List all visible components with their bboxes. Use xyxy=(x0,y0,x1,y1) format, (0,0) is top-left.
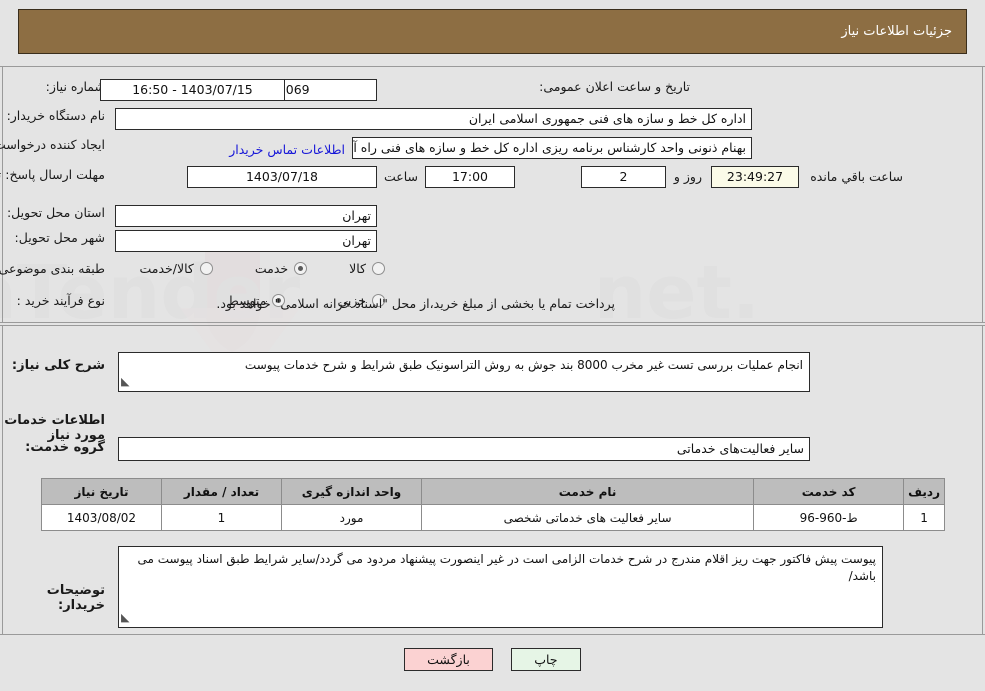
buyer-notes-label: توضیحات خریدار: xyxy=(46,583,105,613)
page-title: جزئیات اطلاعات نیاز xyxy=(841,24,952,39)
category-label: طبقه بندی موضوعی: xyxy=(0,261,105,276)
radio-icon[interactable] xyxy=(372,262,385,275)
requester-field: بهنام ذنونی واحد کارشناس برنامه ریزی ادا… xyxy=(352,137,752,159)
back-button[interactable]: بازگشت xyxy=(404,648,493,671)
buyer-notes-text: پیوست پیش فاکتور جهت ریز اقلام مندرج در … xyxy=(137,552,876,583)
city-field: تهران xyxy=(115,230,377,252)
services-table: ردیف کد خدمت نام خدمت واحد اندازه گیری ت… xyxy=(41,478,945,531)
city-label: شهر محل تحویل: xyxy=(14,230,105,245)
deadline-date-field: 1403/07/18 xyxy=(187,166,377,188)
category-option-label: کالا xyxy=(349,261,366,276)
buyer-org-field: اداره کل خط و سازه های فنی جمهوری اسلامی… xyxy=(115,108,752,130)
purchase-process-label: نوع فرآیند خرید : xyxy=(16,293,105,308)
resize-grip-icon[interactable]: ◢ xyxy=(121,609,129,626)
cell-row: 1 xyxy=(903,504,945,531)
cell-date: 1403/08/02 xyxy=(41,504,162,531)
buyer-contact-link[interactable]: اطلاعات تماس خریدار xyxy=(190,139,345,158)
days-and-label: روز و xyxy=(673,169,702,184)
need-info-panel xyxy=(0,66,985,323)
page-header: جزئیات اطلاعات نیاز xyxy=(18,9,967,54)
payment-note: پرداخت تمام یا بخشی از مبلغ خرید،از محل … xyxy=(216,296,615,311)
services-table-wrap: ردیف کد خدمت نام خدمت واحد اندازه گیری ت… xyxy=(41,478,945,531)
service-group-label: گروه خدمت: xyxy=(25,440,105,455)
buyer-notes-textarea[interactable]: پیوست پیش فاکتور جهت ریز اقلام مندرج در … xyxy=(118,546,883,628)
category-option-label: خدمت xyxy=(254,261,289,276)
announce-datetime-field: 1403/07/15 - 16:50 xyxy=(100,79,285,101)
buyer-contact-link-text[interactable]: اطلاعات تماس خریدار xyxy=(229,142,345,157)
th-qty: تعداد / مقدار xyxy=(161,478,282,505)
province-field: تهران xyxy=(115,205,377,227)
deadline-hour-label: ساعت xyxy=(383,169,418,184)
city-label-row: شهر محل تحویل: xyxy=(15,230,105,245)
remaining-hours-label: ساعت باقي مانده xyxy=(810,169,903,184)
deadline-hour-field: 17:00 xyxy=(425,166,515,188)
category-radio-group: کالا خدمت کالا/خدمت xyxy=(139,261,385,276)
th-date: تاریخ نیاز xyxy=(41,478,162,505)
requester-label: ایجاد کننده درخواست: xyxy=(0,137,105,152)
requester-label-row: ایجاد کننده درخواست: xyxy=(0,137,105,152)
announce-label-row: تاریخ و ساعت اعلان عمومی: xyxy=(539,79,690,94)
service-group-field: سایر فعالیت‌های خدماتی xyxy=(118,437,810,461)
province-label: استان محل تحویل: xyxy=(6,205,105,220)
table-header-row: ردیف کد خدمت نام خدمت واحد اندازه گیری ت… xyxy=(41,478,945,505)
radio-icon[interactable] xyxy=(199,262,213,275)
th-code: کد خدمت xyxy=(753,478,905,505)
services-section-heading: اطلاعات خدمات مورد نیاز xyxy=(4,413,105,443)
th-row: ردیف xyxy=(903,478,945,505)
th-unit: واحد اندازه گیری xyxy=(281,478,422,505)
bottom-button-bar: چاپ بازگشت xyxy=(0,648,985,671)
need-number-label: شماره نیاز: xyxy=(45,79,105,94)
need-summary-text: انجام عملیات بررسی تست غیر مخرب 8000 بند… xyxy=(244,358,803,372)
deadline-label: مهلت ارسال پاسخ: تا تاریخ: xyxy=(0,167,105,182)
resize-grip-icon[interactable]: ◢ xyxy=(121,373,129,390)
need-number-label-row: شماره نیاز: xyxy=(46,79,105,94)
countdown-timer-field: 23:49:27 xyxy=(711,166,799,188)
radio-icon[interactable] xyxy=(294,262,308,275)
print-button[interactable]: چاپ xyxy=(510,648,581,671)
category-option-label: کالا/خدمت xyxy=(139,261,194,276)
need-summary-label: شرح کلی نیاز: xyxy=(11,358,105,373)
cell-qty: 1 xyxy=(161,504,282,531)
province-label-row: استان محل تحویل: xyxy=(7,205,105,220)
page-root: AniaTender .net جزئیات اطلاعات نیاز شمار… xyxy=(0,0,985,691)
deadline-label-row: مهلت ارسال پاسخ: تا تاریخ: xyxy=(0,166,105,182)
process-label-row: نوع فرآیند خرید : xyxy=(17,293,105,308)
cell-name: سایر فعالیت های خدماتی شخصی xyxy=(420,504,755,531)
cell-code: ط-960-96 xyxy=(753,504,905,531)
buyer-org-label-row: نام دستگاه خریدار: xyxy=(7,108,105,123)
category-label-row: طبقه بندی موضوعی: xyxy=(0,261,105,276)
table-row: 1 ط-960-96 سایر فعالیت های خدماتی شخصی م… xyxy=(41,504,945,531)
cell-unit: مورد xyxy=(281,504,422,531)
category-option-khedmat[interactable]: خدمت xyxy=(254,261,308,276)
days-remaining-field: 2 xyxy=(581,166,666,188)
buyer-org-label: نام دستگاه خریدار: xyxy=(6,108,105,123)
need-summary-textarea[interactable]: انجام عملیات بررسی تست غیر مخرب 8000 بند… xyxy=(118,352,810,392)
category-option-kala-khedmat[interactable]: کالا/خدمت xyxy=(139,261,213,276)
th-name: نام خدمت xyxy=(420,478,755,505)
announce-datetime-label: تاریخ و ساعت اعلان عمومی: xyxy=(539,79,690,94)
category-option-kala[interactable]: کالا xyxy=(349,261,385,276)
